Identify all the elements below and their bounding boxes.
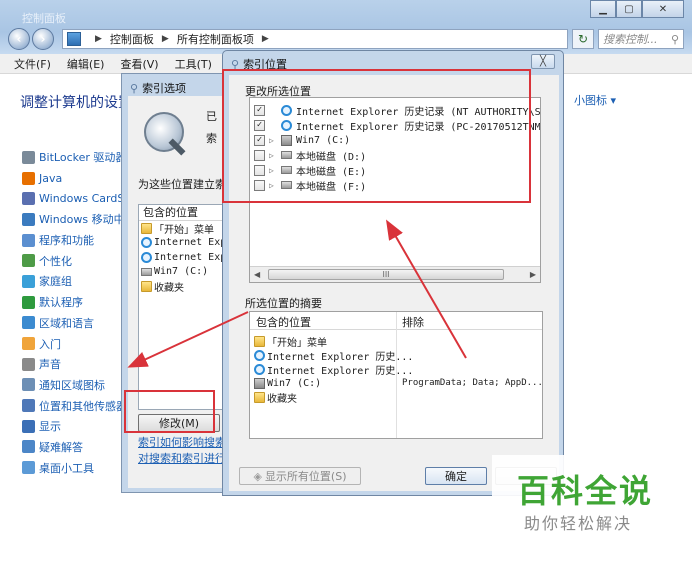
- arrow-to-locations: [385, 219, 467, 359]
- watermark-logo-text: 百科全说: [517, 472, 654, 510]
- watermark-tagline: 助你轻松解决: [524, 514, 633, 533]
- arrow-from-modify: [127, 311, 249, 368]
